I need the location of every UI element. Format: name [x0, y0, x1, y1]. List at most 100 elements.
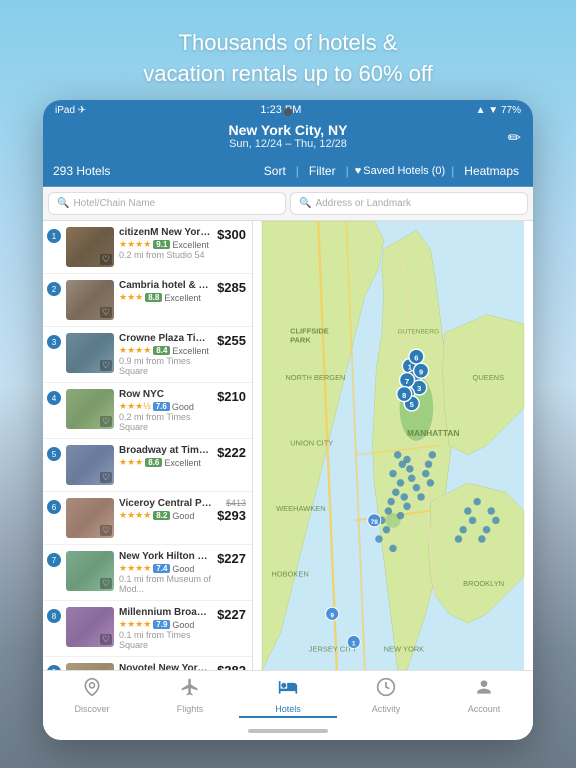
hotel-image: ♡	[66, 498, 114, 538]
account-indicator	[435, 716, 533, 718]
hotel-item[interactable]: 2 ♡ Cambria hotel & suites... ★★★ 8.8 Ex…	[43, 274, 252, 327]
hotel-rating: Good	[172, 402, 194, 412]
svg-text:78: 78	[371, 519, 379, 526]
hero-line2: vacation rentals up to 60% off	[143, 61, 432, 86]
hotel-price: $210	[217, 389, 246, 404]
address-search-bar[interactable]: 🔍 Address or Landmark	[290, 192, 528, 215]
hotel-search-placeholder: Hotel/Chain Name	[73, 198, 155, 209]
hotel-name: Viceroy Central Park Ne...	[119, 498, 212, 510]
hotel-price-col: $413 $293	[217, 498, 246, 523]
hotel-stars: ★★★★ 7.4 Good	[119, 563, 212, 574]
address-search-placeholder: Address or Landmark	[315, 198, 411, 209]
nav-item-discover[interactable]: Discover	[43, 677, 141, 718]
hotel-info: citizenM New York Time... ★★★★ 9.1 Excel…	[119, 227, 212, 260]
search-icon-address: 🔍	[299, 198, 311, 209]
nav-item-hotels[interactable]: Hotels	[239, 677, 337, 718]
svg-text:QUEENS: QUEENS	[473, 373, 505, 382]
hotel-image: ♡	[66, 389, 114, 429]
hotel-badge: 9.1	[153, 240, 170, 249]
hotel-stars: ★★★★ 7.9 Good	[119, 619, 212, 630]
hotel-heart-icon[interactable]: ♡	[100, 472, 112, 483]
hotel-image: ♡	[66, 663, 114, 670]
hotel-price: $293	[217, 508, 246, 523]
hotel-rating: Good	[172, 564, 194, 574]
svg-text:PARK: PARK	[290, 336, 311, 345]
hotel-stars: ★★★★ 8.4 Excellent	[119, 345, 212, 356]
filter-button[interactable]: Filter	[305, 162, 340, 180]
header-dates: Sun, 12/24 – Thu, 12/28	[55, 138, 521, 150]
hotel-rating: Good	[172, 620, 194, 630]
hotel-item[interactable]: 3 ♡ Crowne Plaza Times Squ... ★★★★ 8.4 E…	[43, 327, 252, 383]
svg-text:MANHATTAN: MANHATTAN	[407, 428, 459, 438]
hotel-info: Cambria hotel & suites... ★★★ 8.8 Excell…	[119, 280, 212, 303]
heatmaps-button[interactable]: Heatmaps	[460, 162, 523, 180]
hotel-distance: 0.2 mi from Studio 54	[119, 250, 212, 260]
hotel-item[interactable]: 1 ♡ citizenM New York Time... ★★★★ 9.1 E…	[43, 221, 252, 274]
hotel-item[interactable]: 6 ♡ Viceroy Central Park Ne... ★★★★ 8.2 …	[43, 492, 252, 545]
hotel-info: Millennium Broadway Ne... ★★★★ 7.9 Good …	[119, 607, 212, 650]
hotel-rating: Excellent	[164, 293, 201, 303]
hotel-item[interactable]: 9 ♡ Novotel New York - Tim... ★★★★ 8.0 E…	[43, 657, 252, 670]
svg-text:3: 3	[417, 384, 421, 393]
saved-hotels-button[interactable]: ♥ Saved Hotels (0)	[355, 165, 445, 177]
hotel-count: 293 Hotels	[53, 164, 110, 178]
edit-icon[interactable]: ✏	[508, 128, 521, 148]
discover-label: Discover	[74, 704, 109, 714]
map-area[interactable]: 1 2 3 4 5 6 7 8	[253, 221, 533, 670]
hotel-heart-icon[interactable]: ♡	[100, 254, 112, 265]
home-indicator[interactable]	[43, 722, 533, 740]
hotel-heart-icon[interactable]: ♡	[100, 360, 112, 371]
hotel-stars: ★★★ 8.8 Excellent	[119, 292, 212, 303]
nav-item-activity[interactable]: Activity	[337, 677, 435, 718]
svg-text:1: 1	[352, 641, 356, 648]
hotel-heart-icon[interactable]: ♡	[100, 578, 112, 589]
nav-item-account[interactable]: Account	[435, 677, 533, 718]
hotel-item[interactable]: 7 ♡ New York Hilton Midtown ★★★★ 7.4 Goo…	[43, 545, 252, 601]
hotel-distance: 0.1 mi from Times Square	[119, 630, 212, 650]
camera-notch	[284, 108, 292, 116]
hotel-stars: ★★★½ 7.6 Good	[119, 401, 212, 412]
hotel-search-bar[interactable]: 🔍 Hotel/Chain Name	[48, 192, 286, 215]
hotel-image: ♡	[66, 607, 114, 647]
activity-label: Activity	[372, 704, 401, 714]
hotel-image: ♡	[66, 551, 114, 591]
hotel-number: 2	[47, 282, 61, 296]
hotel-distance: 0.9 mi from Times Square	[119, 356, 212, 376]
svg-text:6: 6	[414, 353, 418, 362]
hotel-heart-icon[interactable]: ♡	[100, 634, 112, 645]
hotel-name: New York Hilton Midtown	[119, 551, 212, 563]
hotel-price: $300	[217, 227, 246, 242]
hotel-price-col: $300	[217, 227, 246, 242]
hotel-stars: ★★★ 8.6 Excellent	[119, 457, 212, 468]
hotel-price: $282	[217, 663, 246, 670]
hotel-price: $227	[217, 607, 246, 622]
hotel-price-col: $227	[217, 607, 246, 622]
hotel-item[interactable]: 8 ♡ Millennium Broadway Ne... ★★★★ 7.9 G…	[43, 601, 252, 657]
svg-text:CLIFFSIDE: CLIFFSIDE	[290, 326, 329, 335]
svg-text:BROOKLYN: BROOKLYN	[463, 579, 504, 588]
hotel-number: 5	[47, 447, 61, 461]
hotel-heart-icon[interactable]: ♡	[100, 307, 112, 318]
svg-text:NEW YORK: NEW YORK	[384, 644, 425, 653]
svg-text:GUTENBERG: GUTENBERG	[398, 328, 439, 335]
hotel-info: Row NYC ★★★½ 7.6 Good 0.2 mi from Times …	[119, 389, 212, 432]
hotels-label: Hotels	[275, 704, 301, 714]
hotel-item[interactable]: 5 ♡ Broadway at Times Squ... ★★★ 8.6 Exc…	[43, 439, 252, 492]
sort-button[interactable]: Sort	[260, 162, 290, 180]
hero-text: Thousands of hotels & vacation rentals u…	[0, 28, 576, 90]
hotel-info: Viceroy Central Park Ne... ★★★★ 8.2 Good	[119, 498, 212, 521]
hotel-heart-icon[interactable]: ♡	[100, 416, 112, 427]
nav-item-flights[interactable]: Flights	[141, 677, 239, 718]
hotel-item[interactable]: 4 ♡ Row NYC ★★★½ 7.6 Good 0.2 mi from Ti…	[43, 383, 252, 439]
hotel-name: Novotel New York - Tim...	[119, 663, 212, 670]
hotel-price-col: $285	[217, 280, 246, 295]
main-content: 1 ♡ citizenM New York Time... ★★★★ 9.1 E…	[43, 221, 533, 670]
discover-icon	[82, 677, 102, 702]
hotel-number: 1	[47, 229, 61, 243]
hotel-info: Novotel New York - Tim... ★★★★ 8.0 Excel…	[119, 663, 212, 670]
hotel-name: Cambria hotel & suites...	[119, 280, 212, 292]
hotel-heart-icon[interactable]: ♡	[100, 525, 112, 536]
hotel-price-col: $282	[217, 663, 246, 670]
search-icon-hotel: 🔍	[57, 198, 69, 209]
hotel-name: citizenM New York Time...	[119, 227, 212, 239]
